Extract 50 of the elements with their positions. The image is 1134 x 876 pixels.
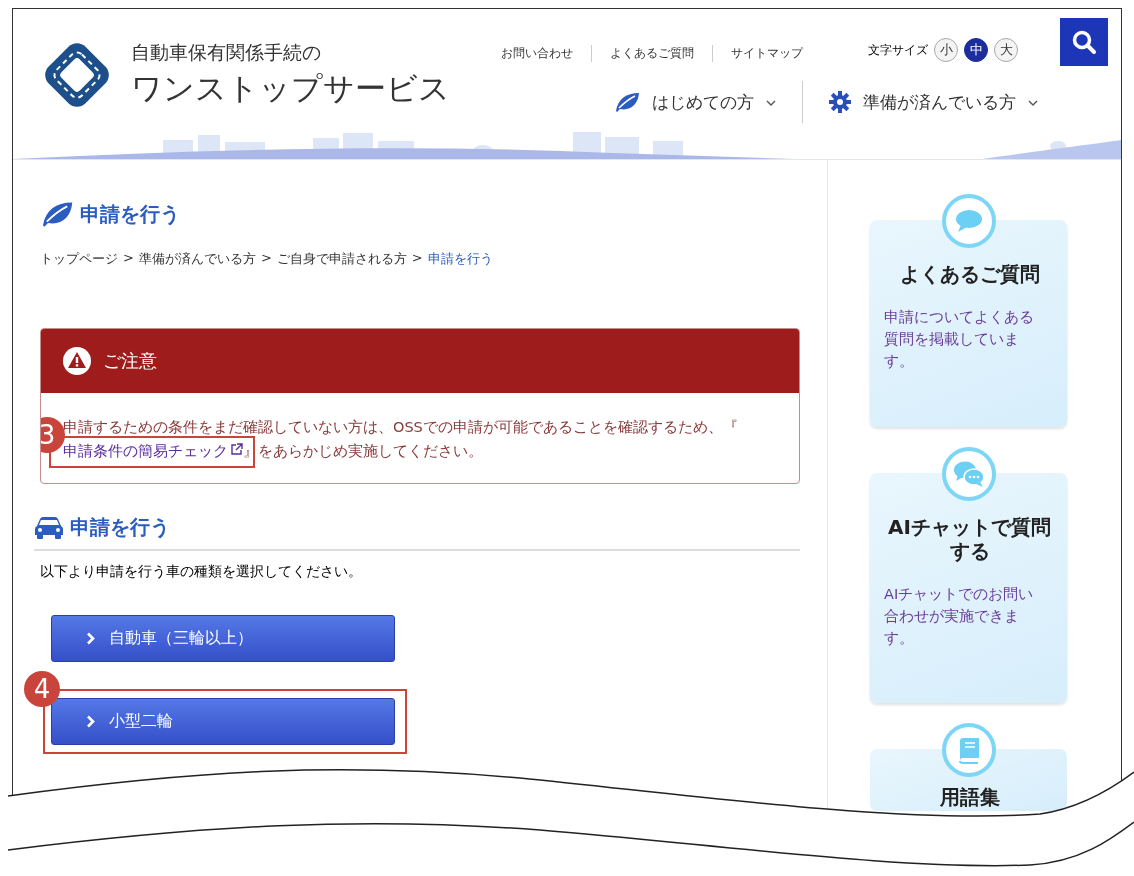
car-icon — [34, 515, 64, 540]
nav-label: はじめての方 — [652, 90, 754, 114]
vehicle-type-button[interactable]: 自動車（三輪以上） — [51, 615, 395, 662]
search-button[interactable] — [1060, 18, 1108, 66]
breadcrumb-separator: > — [411, 250, 423, 267]
utility-link[interactable]: お問い合わせ — [483, 45, 591, 62]
card-title: AIチャットで質問する — [887, 515, 1052, 563]
card-description: 申請についてよくある質問を掲載しています。 — [884, 308, 1035, 371]
callout-badge: 3 — [41, 417, 65, 453]
leaf-icon — [614, 91, 640, 113]
breadcrumb-link[interactable]: 準備が済んでいる方 — [138, 250, 256, 268]
card-description: AIチャットでのお問い合わせが実施できます。 — [884, 585, 1035, 648]
sidebar-card[interactable]: AIチャットで質問する AIチャットでのお問い合わせが実施できます。 — [870, 473, 1067, 703]
nav-label: 準備が済んでいる方 — [863, 90, 1016, 114]
chat-bubbles-icon — [953, 460, 985, 488]
leaf-icon — [40, 200, 74, 228]
nav-menu-link[interactable]: 準備が済んでいる方 — [802, 81, 1064, 123]
breadcrumb-link[interactable]: ご自身で申請される方 — [276, 250, 407, 268]
instruction-text: 以下より申請を行う車の種類を選択してください。 — [40, 563, 363, 581]
font-size-option[interactable]: 大 — [994, 38, 1018, 62]
breadcrumb-link[interactable]: トップページ — [40, 250, 118, 268]
chevron-right-icon — [86, 715, 95, 728]
gear-icon — [829, 91, 851, 113]
card-title: 用語集 — [938, 785, 1001, 809]
font-size-option[interactable]: 小 — [934, 38, 958, 62]
utility-link[interactable]: サイトマップ — [712, 45, 821, 62]
nav-menu-link[interactable]: はじめての方 — [588, 81, 802, 123]
search-icon — [1071, 29, 1097, 55]
logo-subtitle: 自動車保有関係手続の — [131, 40, 322, 65]
card-title: よくあるご質問 — [898, 262, 1041, 286]
breadcrumb-separator: > — [260, 250, 272, 267]
chevron-right-icon — [86, 632, 95, 645]
logo-title: ワンストップサービス — [131, 69, 450, 108]
page-title: 申請を行う — [80, 200, 180, 228]
section-title: 申請を行う — [70, 514, 170, 541]
notice-title: ご注意 — [103, 349, 157, 373]
sidebar-card[interactable]: 用語集 — [870, 749, 1067, 811]
breadcrumb-current: 申請を行う — [427, 250, 493, 268]
book-icon — [957, 736, 981, 764]
warning-icon — [63, 347, 91, 375]
simple-check-link[interactable]: 申請条件の簡易チェック — [63, 443, 243, 459]
utility-link[interactable]: よくあるご質問 — [591, 45, 712, 62]
callout-badge: 4 — [24, 671, 60, 707]
font-size-label: 文字サイズ — [868, 41, 928, 59]
breadcrumb-separator: > — [123, 250, 134, 267]
sidebar-card[interactable]: よくあるご質問 申請についてよくある質問を掲載しています。 — [870, 220, 1067, 427]
font-size-option[interactable]: 中 — [964, 38, 988, 62]
vehicle-type-button[interactable]: 小型二輪 — [51, 698, 395, 745]
speech-bubble-icon — [955, 209, 983, 233]
notice-text: 申請するための条件をまだ確認していない方は、OSSでの申請が可能であることを確認するため、『 申請条件の簡易チェック 3 』をあらかじめ実施してください。 — [41, 393, 799, 483]
